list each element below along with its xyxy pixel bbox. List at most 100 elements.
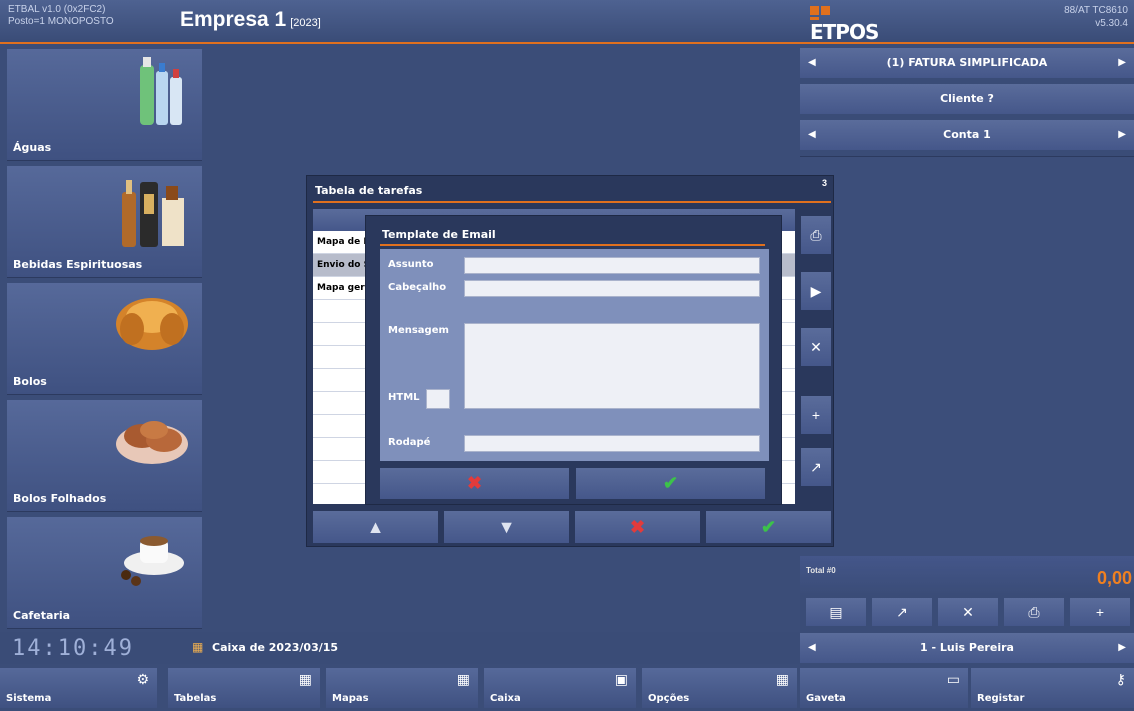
dialog-title: Template de Email bbox=[382, 228, 496, 241]
terminal-id: 88/AT TC8610 bbox=[1064, 5, 1128, 16]
grid-icon: ▦ bbox=[775, 672, 789, 688]
menu-gaveta[interactable]: ▭ Gaveta bbox=[800, 668, 968, 708]
delete-task-icon[interactable]: ✕ bbox=[801, 328, 831, 366]
next-arrow-icon[interactable]: ▶ bbox=[1118, 120, 1126, 150]
pastries-icon bbox=[116, 421, 188, 464]
caixa-status: Caixa de 2023/03/15 bbox=[212, 641, 339, 654]
company-year: [2023] bbox=[290, 17, 321, 29]
title-divider bbox=[380, 244, 765, 246]
prev-arrow-icon[interactable]: ◀ bbox=[808, 120, 816, 150]
print-icon[interactable]: ⎙ bbox=[1004, 598, 1064, 626]
clock: 14:10:49 bbox=[12, 636, 134, 661]
menu-registar[interactable]: ⚷ Registar bbox=[971, 668, 1134, 708]
menu-label: Sistema bbox=[6, 693, 52, 704]
document-icon[interactable]: ▤ bbox=[806, 598, 866, 626]
menu-label: Gaveta bbox=[806, 693, 846, 704]
confirm-button[interactable]: ✔ bbox=[576, 468, 765, 499]
mensagem-label: Mensagem bbox=[388, 325, 449, 336]
cancel-button[interactable]: ✖ bbox=[380, 468, 569, 499]
doc-type-label: (1) FATURA SIMPLIFICADA bbox=[886, 56, 1048, 69]
liquor-bottles-icon bbox=[122, 180, 184, 247]
water-bottles-icon bbox=[140, 57, 182, 125]
category-bebidas-espirituosas[interactable]: Bebidas Espirituosas bbox=[7, 166, 202, 278]
add-task-icon[interactable]: + bbox=[801, 396, 831, 434]
post-info: Posto=1 MONOPOSTO bbox=[8, 16, 114, 27]
move-up-button[interactable]: ▲ bbox=[313, 511, 438, 543]
menu-tabelas[interactable]: ▦ Tabelas bbox=[168, 668, 320, 708]
tables-icon: ▦ bbox=[298, 672, 312, 688]
category-label: Bolos bbox=[13, 375, 47, 388]
calendar-icon: ▦ bbox=[192, 640, 204, 654]
menu-label: Tabelas bbox=[174, 693, 217, 704]
category-aguas[interactable]: Águas bbox=[7, 49, 202, 161]
category-label: Cafetaria bbox=[13, 609, 71, 622]
logo-text: ETPOS bbox=[810, 20, 879, 44]
category-cafetaria[interactable]: Cafetaria bbox=[7, 517, 202, 629]
category-bolos[interactable]: Bolos bbox=[7, 283, 202, 395]
account-label: Conta 1 bbox=[943, 128, 991, 141]
title-divider bbox=[313, 201, 831, 203]
confirm-button[interactable]: ✔ bbox=[706, 511, 831, 543]
prev-arrow-icon[interactable]: ◀ bbox=[808, 48, 816, 78]
cancel-button[interactable]: ✖ bbox=[575, 511, 700, 543]
operator-label: 1 - Luis Pereira bbox=[920, 641, 1014, 654]
edit-task-icon[interactable]: ↗ bbox=[801, 448, 831, 486]
menu-sistema[interactable]: ⚙ Sistema bbox=[0, 668, 157, 708]
account-selector[interactable]: ◀ Conta 1 ▶ bbox=[800, 120, 1134, 150]
cabecalho-label: Cabeçalho bbox=[388, 282, 447, 293]
company-name: Empresa 1 bbox=[180, 8, 287, 31]
category-label: Bolos Folhados bbox=[13, 492, 107, 505]
coffee-cup-icon bbox=[121, 536, 184, 586]
gears-icon: ⚙ bbox=[136, 672, 149, 688]
edit-line-icon[interactable]: ↗ bbox=[872, 598, 932, 626]
menu-label: Caixa bbox=[490, 693, 521, 704]
mensagem-field[interactable] bbox=[464, 323, 760, 409]
email-template-dialog: Template de Email Assunto Cabeçalho Mens… bbox=[365, 215, 782, 505]
cabecalho-field[interactable] bbox=[464, 280, 760, 297]
total-value: 0,00 bbox=[1096, 568, 1132, 588]
menu-label: Mapas bbox=[332, 693, 369, 704]
drawer-icon: ▭ bbox=[946, 672, 960, 688]
etpos-logo: ETPOS bbox=[810, 6, 890, 44]
dialog-title: Tabela de tarefas bbox=[315, 184, 423, 197]
move-down-button[interactable]: ▼ bbox=[444, 511, 569, 543]
assunto-field[interactable] bbox=[464, 257, 760, 274]
email-form: Assunto Cabeçalho Mensagem HTML Rodapé bbox=[380, 249, 769, 461]
menu-caixa[interactable]: ▣ Caixa bbox=[484, 668, 636, 708]
next-arrow-icon[interactable]: ▶ bbox=[1118, 48, 1126, 78]
software-version: v5.30.4 bbox=[1095, 18, 1128, 29]
category-bolos-folhados[interactable]: Bolos Folhados bbox=[7, 400, 202, 512]
document-lines[interactable] bbox=[800, 156, 1134, 556]
total-label: Total #0 bbox=[806, 566, 836, 575]
company-title: Empresa 1 [2023] bbox=[180, 8, 321, 32]
task-count: 3 bbox=[821, 178, 827, 188]
total-bar bbox=[800, 556, 1134, 596]
prev-arrow-icon[interactable]: ◀ bbox=[808, 633, 816, 663]
croissant-icon bbox=[116, 298, 188, 350]
menu-label: Opções bbox=[648, 693, 690, 704]
maps-icon: ▦ bbox=[456, 672, 470, 688]
menu-mapas[interactable]: ▦ Mapas bbox=[326, 668, 478, 708]
html-checkbox[interactable] bbox=[426, 389, 450, 409]
operator-selector[interactable]: ◀ 1 - Luis Pereira ▶ bbox=[800, 633, 1134, 663]
app-version: ETBAL v1.0 (0x2FC2) bbox=[8, 4, 106, 15]
run-task-icon[interactable]: ▶ bbox=[801, 272, 831, 310]
rodape-field[interactable] bbox=[464, 435, 760, 452]
rodape-label: Rodapé bbox=[388, 437, 431, 448]
category-label: Bebidas Espirituosas bbox=[13, 258, 143, 271]
add-line-icon[interactable]: + bbox=[1070, 598, 1130, 626]
assunto-label: Assunto bbox=[388, 259, 434, 270]
html-label: HTML bbox=[388, 392, 420, 403]
menu-label: Registar bbox=[977, 693, 1025, 704]
register-key-icon: ⚷ bbox=[1115, 672, 1126, 688]
next-arrow-icon[interactable]: ▶ bbox=[1118, 633, 1126, 663]
top-bar bbox=[0, 0, 1134, 44]
category-label: Águas bbox=[13, 141, 52, 154]
delete-line-icon[interactable]: ✕ bbox=[938, 598, 998, 626]
print-icon[interactable]: ⎙ bbox=[801, 216, 831, 254]
menu-opcoes[interactable]: ▦ Opções bbox=[642, 668, 797, 708]
client-button[interactable]: Cliente ? bbox=[800, 84, 1134, 114]
cash-register-icon: ▣ bbox=[614, 672, 628, 688]
app-info: ETBAL v1.0 (0x2FC2) Posto=1 MONOPOSTO bbox=[8, 4, 114, 28]
doc-type-selector[interactable]: ◀ (1) FATURA SIMPLIFICADA ▶ bbox=[800, 48, 1134, 78]
